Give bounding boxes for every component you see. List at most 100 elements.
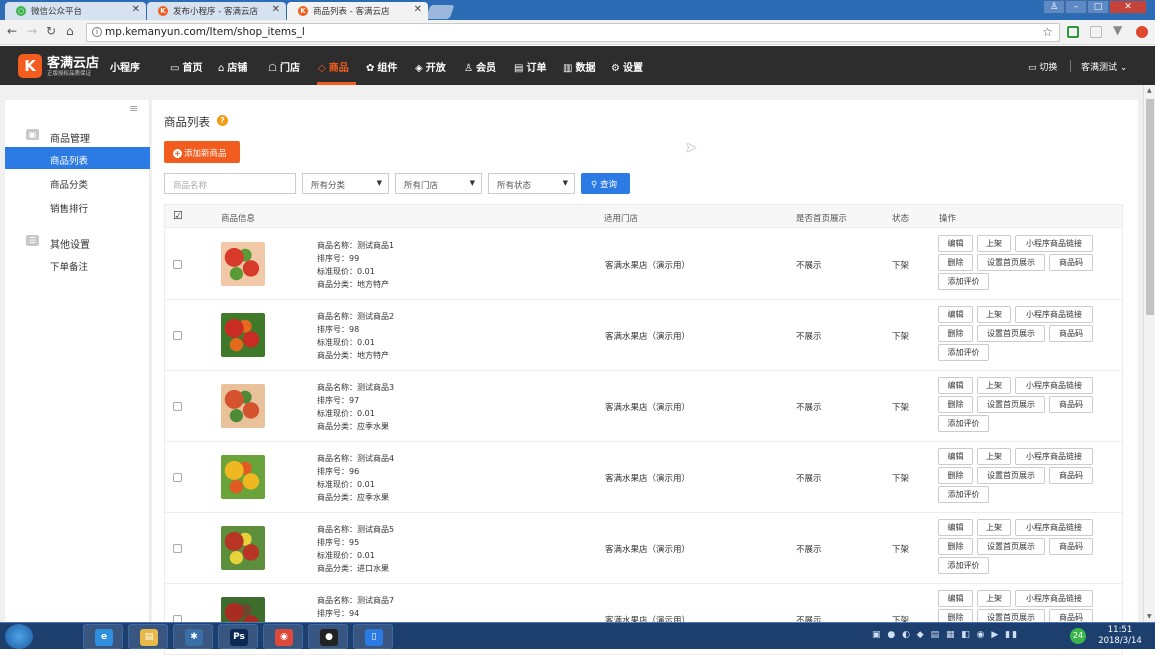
list-on-shelf-button[interactable]: 上架	[977, 448, 1011, 465]
extension-grey-icon[interactable]	[1090, 26, 1102, 38]
sidebar-item-goods-list[interactable]: 商品列表	[5, 147, 150, 169]
mini-program-link-button[interactable]: 小程序商品链接	[1015, 519, 1093, 536]
add-review-button[interactable]: 添加评价	[938, 273, 989, 290]
edit-button[interactable]: 编辑	[938, 377, 973, 394]
goods-code-button[interactable]: 商品码	[1049, 396, 1093, 413]
goods-name-input[interactable]: 商品名称	[164, 173, 296, 194]
set-home-display-button[interactable]: 设置首页展示	[977, 396, 1045, 413]
delete-button[interactable]: 删除	[938, 325, 973, 342]
set-home-display-button[interactable]: 设置首页展示	[977, 254, 1045, 271]
url-input[interactable]: i mp.kemanyun.com/Item/shop_items_l ☆	[86, 23, 1060, 42]
extension-red-icon[interactable]	[1136, 26, 1148, 38]
add-goods-button[interactable]: + 添加新商品	[164, 141, 240, 163]
user-icon[interactable]: ♙	[1043, 0, 1065, 14]
nav-item[interactable]: ◈ 开放	[415, 59, 446, 74]
menu-toggle-icon[interactable]: ≡	[129, 102, 138, 115]
mini-program-link-button[interactable]: 小程序商品链接	[1015, 590, 1093, 607]
select-all-checkbox[interactable]: ☑	[173, 210, 183, 221]
goods-code-button[interactable]: 商品码	[1049, 538, 1093, 555]
help-icon[interactable]: ?	[217, 115, 228, 126]
list-on-shelf-button[interactable]: 上架	[977, 377, 1011, 394]
clock[interactable]: 11:51 2018/3/14	[1095, 625, 1145, 647]
extension-filter-icon[interactable]: ▼	[1113, 23, 1122, 37]
goods-code-button[interactable]: 商品码	[1049, 325, 1093, 342]
store-select[interactable]: 所有门店 ▼	[395, 173, 482, 194]
minimize-button[interactable]: –	[1065, 0, 1087, 14]
switch-button[interactable]: ▭ 切换	[1028, 60, 1057, 73]
system-tray[interactable]: ▣ ● ◐ ◆ ▤ ▦ ◧ ◉ ▶ ▮▮	[872, 630, 1062, 644]
info-icon[interactable]: i	[92, 27, 102, 37]
back-icon[interactable]: ←	[7, 24, 17, 38]
close-window-button[interactable]: ✕	[1109, 0, 1147, 14]
add-review-button[interactable]: 添加评价	[938, 415, 989, 432]
scroll-up-icon[interactable]: ▲	[1147, 87, 1152, 94]
list-on-shelf-button[interactable]: 上架	[977, 519, 1011, 536]
taskbar-app[interactable]: ●	[308, 624, 348, 649]
tab-close-icon[interactable]: ✕	[272, 4, 280, 15]
browser-tab[interactable]: K 商品列表 - 客满云店 ✕	[287, 2, 428, 20]
list-on-shelf-button[interactable]: 上架	[977, 590, 1011, 607]
edit-button[interactable]: 编辑	[938, 235, 973, 252]
scroll-down-icon[interactable]: ▼	[1147, 613, 1152, 620]
taskbar-app[interactable]: Ps	[218, 624, 258, 649]
edit-button[interactable]: 编辑	[938, 519, 973, 536]
delete-button[interactable]: 删除	[938, 467, 973, 484]
mini-program-link-button[interactable]: 小程序商品链接	[1015, 235, 1093, 252]
goods-code-button[interactable]: 商品码	[1049, 254, 1093, 271]
nav-item[interactable]: ▥ 数据	[563, 59, 595, 74]
query-button[interactable]: ⚲ 查询	[581, 173, 630, 194]
account-menu[interactable]: 客满测试 ⌄	[1081, 60, 1127, 73]
row-checkbox[interactable]	[173, 473, 182, 482]
category-select[interactable]: 所有分类 ▼	[302, 173, 389, 194]
edit-button[interactable]: 编辑	[938, 306, 973, 323]
set-home-display-button[interactable]: 设置首页展示	[977, 467, 1045, 484]
reload-icon[interactable]: ↻	[46, 24, 56, 38]
edit-button[interactable]: 编辑	[938, 590, 973, 607]
taskbar-app[interactable]: ▯	[353, 624, 393, 649]
list-on-shelf-button[interactable]: 上架	[977, 235, 1011, 252]
taskbar-app[interactable]: ▤	[128, 624, 168, 649]
scrollbar-thumb[interactable]	[1146, 99, 1154, 315]
row-checkbox[interactable]	[173, 260, 182, 269]
maximize-button[interactable]: □	[1087, 0, 1109, 14]
mini-program-link-button[interactable]: 小程序商品链接	[1015, 377, 1093, 394]
bookmark-star-icon[interactable]: ☆	[1042, 25, 1053, 39]
browser-tab[interactable]: K 发布小程序 - 客满云店 ✕	[147, 2, 286, 20]
row-checkbox[interactable]	[173, 544, 182, 553]
nav-item[interactable]: ▤ 订单	[514, 59, 546, 74]
nav-item[interactable]: ⚙ 设置	[611, 59, 643, 74]
set-home-display-button[interactable]: 设置首页展示	[977, 325, 1045, 342]
delete-button[interactable]: 删除	[938, 538, 973, 555]
home-icon[interactable]: ⌂	[66, 24, 74, 38]
mini-program-link-button[interactable]: 小程序商品链接	[1015, 448, 1093, 465]
sidebar-item-order-notes[interactable]: 下单备注	[5, 253, 150, 275]
delete-button[interactable]: 删除	[938, 396, 973, 413]
start-button[interactable]	[5, 624, 33, 649]
nav-item[interactable]: ♙ 会员	[464, 59, 496, 74]
row-checkbox[interactable]	[173, 402, 182, 411]
add-review-button[interactable]: 添加评价	[938, 486, 989, 503]
nav-item[interactable]: ⌂ 店铺	[218, 59, 247, 74]
nav-item[interactable]: ◇ 商品	[318, 59, 349, 74]
nav-item[interactable]: ☖ 门店	[268, 59, 300, 74]
new-tab-button[interactable]	[425, 5, 455, 19]
edit-button[interactable]: 编辑	[938, 448, 973, 465]
taskbar-app[interactable]: e	[83, 624, 123, 649]
add-review-button[interactable]: 添加评价	[938, 344, 989, 361]
browser-tab[interactable]: ○ 微信公众平台 ✕	[5, 2, 146, 20]
extension-green-icon[interactable]	[1067, 26, 1079, 38]
sidebar-item-sales-rank[interactable]: 销售排行	[5, 195, 150, 217]
tab-close-icon[interactable]: ✕	[414, 4, 422, 15]
row-checkbox[interactable]	[173, 331, 182, 340]
goods-code-button[interactable]: 商品码	[1049, 467, 1093, 484]
set-home-display-button[interactable]: 设置首页展示	[977, 538, 1045, 555]
mini-program-link-button[interactable]: 小程序商品链接	[1015, 306, 1093, 323]
tab-close-icon[interactable]: ✕	[132, 4, 140, 15]
forward-icon[interactable]: →	[27, 24, 37, 38]
taskbar-app[interactable]: ✱	[173, 624, 213, 649]
sidebar-item-goods-category[interactable]: 商品分类	[5, 171, 150, 193]
page-scrollbar[interactable]: ▲ ▼	[1143, 85, 1155, 622]
nav-item[interactable]: ▭ 首页	[170, 59, 202, 74]
delete-button[interactable]: 删除	[938, 254, 973, 271]
status-select[interactable]: 所有状态 ▼	[488, 173, 575, 194]
